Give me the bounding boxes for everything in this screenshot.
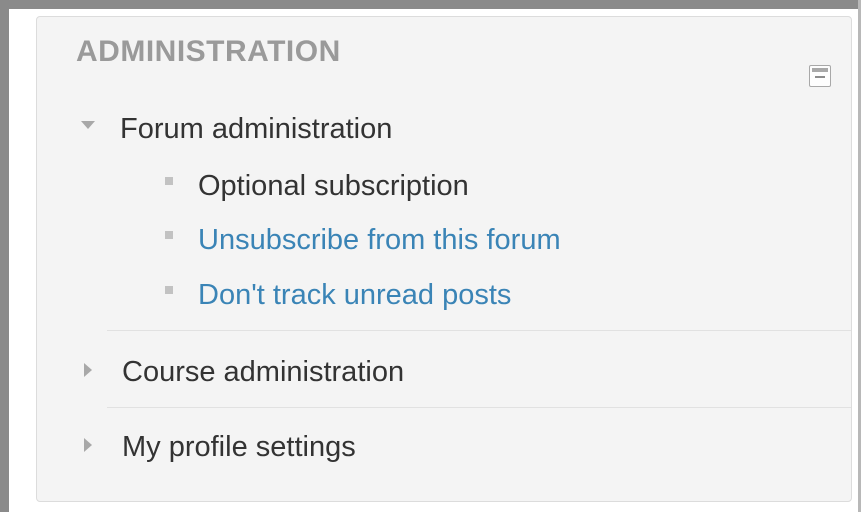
tree-node-label: Course administration xyxy=(122,356,405,388)
bullet-icon xyxy=(165,285,173,294)
tree-leaf-label: Optional subscription xyxy=(198,170,469,202)
window-frame-top xyxy=(0,0,861,9)
tree-node-my-profile-settings[interactable]: My profile settings xyxy=(81,431,356,464)
collapse-block-button[interactable] xyxy=(809,65,831,87)
bullet-icon xyxy=(165,176,173,185)
collapse-icon xyxy=(812,68,828,72)
tree-node-course-administration[interactable]: Course administration xyxy=(81,356,404,389)
tree-leaf-optional-subscription: Optional subscription xyxy=(165,170,469,203)
expanded-triangle-icon xyxy=(81,120,95,129)
dont-track-unread-link[interactable]: Don't track unread posts xyxy=(198,279,511,312)
bullet-icon xyxy=(165,230,173,239)
tree-node-label: Forum administration xyxy=(120,113,393,145)
tree-leaf-dont-track[interactable]: Don't track unread posts xyxy=(165,279,511,312)
collapsed-triangle-icon xyxy=(84,362,92,377)
administration-block: ADMINISTRATION Forum administration Opti… xyxy=(36,16,852,502)
block-title: ADMINISTRATION xyxy=(76,35,341,68)
tree-node-forum-administration[interactable]: Forum administration xyxy=(81,113,392,146)
collapsed-triangle-icon xyxy=(84,437,92,452)
divider xyxy=(107,330,851,331)
divider xyxy=(107,407,851,408)
window-frame-left xyxy=(0,0,9,512)
tree-node-label: My profile settings xyxy=(122,431,356,463)
unsubscribe-link[interactable]: Unsubscribe from this forum xyxy=(198,224,561,257)
tree-leaf-unsubscribe[interactable]: Unsubscribe from this forum xyxy=(165,224,561,257)
